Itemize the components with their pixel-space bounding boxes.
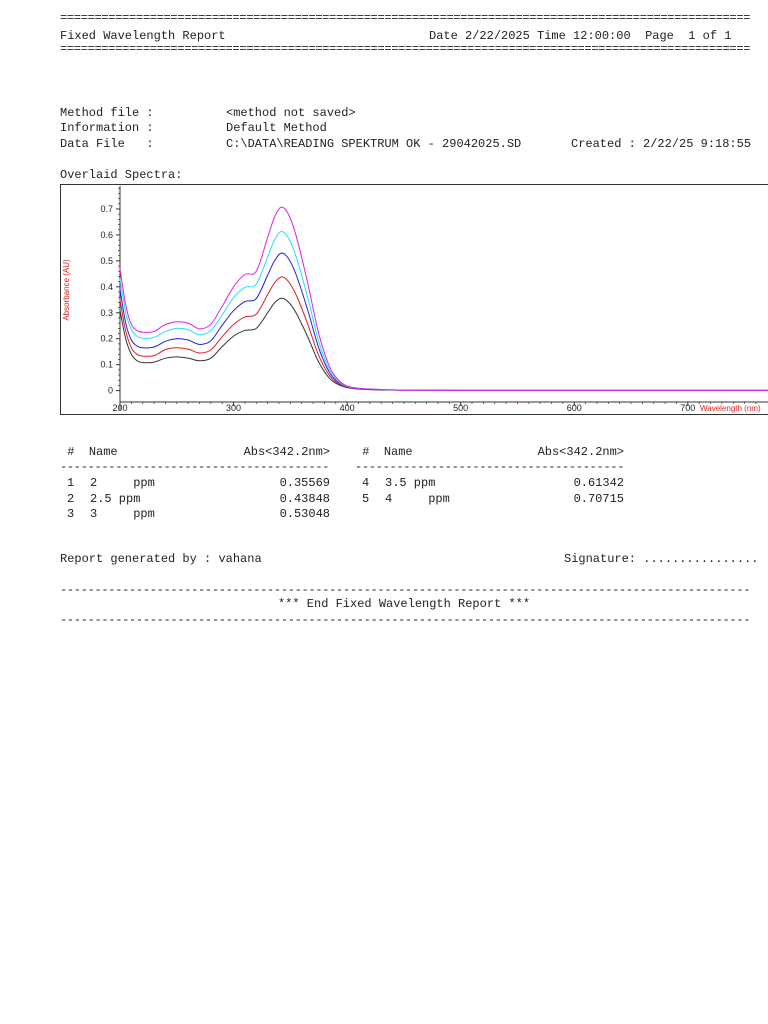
row-number: 2 [67,491,75,506]
method-file-value: <method not saved> [226,106,356,120]
chart-frame [60,184,768,415]
signature-line: ................ [643,552,759,566]
spectrum-line-5 [119,206,768,391]
row-name: 3 ppm [90,507,155,521]
date-label: Date [429,29,458,43]
y-tick-label: 0.5 [100,256,113,266]
row-absorbance: 0.61342 [573,476,624,490]
row-name: 2.5 ppm [90,491,141,506]
abs-header-left: Abs<342.2nm> [243,445,330,459]
results-right-rule: ----------------------------------------… [355,463,625,471]
report-by-value: vahana [218,552,262,566]
created-info: Created : 2/22/25 9:18:55 [571,137,751,151]
signature-label: Signature: [564,552,637,566]
name-header-right: Name [383,445,413,459]
end-report-text: *** End Fixed Wavelength Report *** [278,597,531,611]
row-number: 3 [67,507,75,521]
x-axis-label: Wavelength (nm) [700,404,761,413]
footer-top-rule: ----------------------------------------… [60,586,751,594]
header-top-rule: ========================================… [60,14,751,22]
y-tick-label: 0.1 [100,360,113,370]
created-label: Created : [571,137,636,151]
spectrum-line-4 [119,231,768,391]
x-tick-label: 300 [226,403,241,413]
information-value: Default Method [226,121,327,135]
data-file-label: Data File : [60,137,154,151]
header-bottom-rule: ========================================… [60,45,751,53]
row-absorbance: 0.53048 [279,507,330,521]
results-left-header: # Name [60,445,118,459]
x-tick-label: 600 [567,403,582,413]
spectrum-line-1 [119,297,768,391]
num-header-right: # [362,445,370,459]
y-axis-label: Absorbance (AU) [62,259,71,321]
report-generated-by: Report generated by : vahana [60,552,262,566]
y-tick-label: 0.3 [100,308,113,318]
results-left-rule: ----------------------------------------… [60,463,330,471]
row-name: 4 ppm [385,491,450,506]
num-header: # [67,445,75,459]
report-date: 2/22/2025 [465,29,530,43]
report-by-label: Report generated by : [60,552,212,566]
signature: Signature: ................ [564,552,758,566]
x-tick-label: 200 [112,403,127,413]
page-label: Page [645,29,674,43]
method-file-label: Method file : [60,106,154,120]
report-datetime: Date 2/22/2025 Time 12:00:00 Page 1 of 1 [429,29,732,43]
report-time: 12:00:00 [573,29,631,43]
row-absorbance: 0.43848 [279,491,330,506]
data-file-value: C:\DATA\READING SPEKTRUM OK - 29042025.S… [226,137,522,151]
created-value: 2/22/25 9:18:55 [643,137,752,151]
overlaid-spectra-label: Overlaid Spectra: [60,168,183,182]
overlaid-spectra-chart: 0 0.1 0.2 0.3 0.4 0.5 0.6 0.7 200 300 400 500 600 700… [60,184,768,415]
row-number: 4 [362,476,370,490]
y-tick-label: 0.4 [100,282,113,292]
footer-bottom-rule: ----------------------------------------… [60,616,751,624]
page-number: 1 of 1 [688,29,732,43]
row-name: 2 ppm [90,476,155,490]
report-title: Fixed Wavelength Report [60,29,226,43]
time-label: Time [537,29,566,43]
y-tick-label: 0.6 [100,230,113,240]
y-tick-label: 0.7 [100,204,113,214]
row-number: 5 [362,491,370,506]
row-absorbance: 0.70715 [573,491,624,506]
abs-header-right: Abs<342.2nm> [537,445,624,459]
x-tick-label: 400 [340,403,355,413]
y-tick-label: 0 [108,386,113,396]
row-name: 3.5 ppm [385,476,436,490]
information-label: Information : [60,121,154,135]
results-right-header: # Name [355,445,413,459]
y-tick-label: 0.2 [100,334,113,344]
name-header: Name [88,445,118,459]
spectrum-line-2 [119,276,768,391]
x-tick-label: 700 [680,403,695,413]
row-absorbance: 0.35569 [279,476,330,490]
row-number: 1 [67,476,75,490]
x-tick-label: 500 [453,403,468,413]
